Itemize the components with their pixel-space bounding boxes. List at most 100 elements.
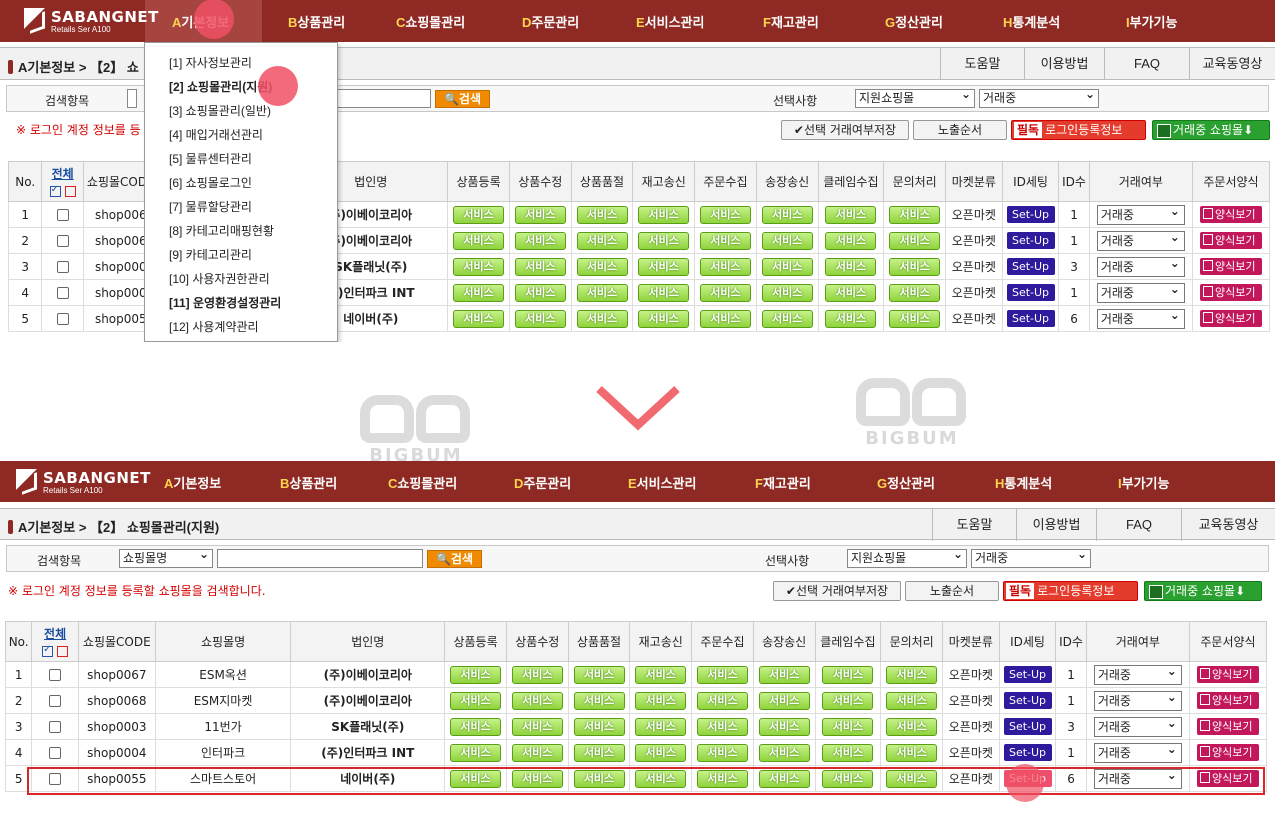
dropdown-item-environment[interactable]: [11] 운영환경설정관리 [169, 294, 281, 311]
product-edit-service-button[interactable]: 서비스 [514, 283, 566, 302]
soldout-service-button[interactable]: 서비스 [576, 283, 628, 302]
row-checkbox[interactable] [56, 209, 69, 221]
row-checkbox[interactable] [49, 721, 62, 733]
trading-status-select[interactable]: 거래중 [1096, 203, 1185, 225]
search-input[interactable] [217, 549, 423, 568]
invoice-send-service-button[interactable]: 서비스 [761, 257, 813, 276]
trading-status-select[interactable]: 거래중 [1096, 307, 1185, 329]
trading-status-select[interactable]: 거래중 [1093, 689, 1182, 711]
product-register-service-button[interactable]: 서비스 [453, 257, 505, 276]
dropdown-item-mall-login[interactable]: [6] 쇼핑몰로그인 [169, 174, 252, 191]
view-form-button[interactable]: 양식보기 [1199, 206, 1262, 223]
help-button[interactable]: 도움말 [940, 48, 1024, 80]
menu-product[interactable]: B상품관리 [288, 12, 345, 31]
product-edit-service-button[interactable]: 서비스 [514, 231, 566, 250]
menu-service[interactable]: E서비스관리 [636, 12, 704, 31]
order-collect-service-button[interactable]: 서비스 [699, 283, 751, 302]
setup-button[interactable]: Set-Up [1006, 232, 1055, 249]
menu-order[interactable]: D주문관리 [514, 473, 571, 492]
soldout-service-button[interactable]: 서비스 [576, 309, 628, 328]
row-checkbox[interactable] [56, 287, 69, 299]
claim-collect-service-button[interactable]: 서비스 [825, 257, 877, 276]
inquiry-service-button[interactable]: 서비스 [889, 283, 941, 302]
menu-shoppingmall[interactable]: C쇼핑몰관리 [388, 473, 457, 492]
trading-status-select[interactable]: 거래중 [1096, 229, 1185, 251]
edu-video-button[interactable]: 교육동영상 [1181, 509, 1275, 541]
setup-button[interactable]: Set-Up [1003, 666, 1052, 683]
check-all-icon[interactable] [49, 184, 61, 197]
help-button[interactable]: 도움말 [932, 509, 1016, 541]
inquiry-service-button[interactable]: 서비스 [889, 205, 941, 224]
invoice-send-service-button[interactable]: 서비스 [758, 743, 810, 762]
inquiry-service-button[interactable]: 서비스 [889, 309, 941, 328]
product-edit-service-button[interactable]: 서비스 [511, 743, 563, 762]
col-all[interactable]: 전체 [31, 621, 79, 662]
dropdown-item-logistics-center[interactable]: [5] 물류센터관리 [169, 150, 252, 167]
row-checkbox[interactable] [56, 261, 69, 273]
row-checkbox[interactable] [56, 235, 69, 247]
menu-shoppingmall[interactable]: C쇼핑몰관리 [396, 12, 465, 31]
view-form-button[interactable]: 양식보기 [1196, 718, 1259, 735]
trading-status-select[interactable]: 거래중 [1093, 741, 1182, 763]
product-edit-service-button[interactable]: 서비스 [514, 257, 566, 276]
inquiry-service-button[interactable]: 서비스 [889, 231, 941, 250]
soldout-service-button[interactable]: 서비스 [573, 717, 625, 736]
setup-button[interactable]: Set-Up [1003, 744, 1052, 761]
soldout-service-button[interactable]: 서비스 [576, 231, 628, 250]
invoice-send-service-button[interactable]: 서비스 [758, 691, 810, 710]
menu-addon[interactable]: I부가기능 [1118, 473, 1169, 492]
product-edit-service-button[interactable]: 서비스 [511, 691, 563, 710]
menu-basic-info[interactable]: A기본정보 [164, 473, 221, 492]
product-edit-service-button[interactable]: 서비스 [514, 205, 566, 224]
select-all-link[interactable]: 전체 [52, 167, 74, 181]
howto-button[interactable]: 이용방법 [1016, 509, 1096, 541]
row-checkbox[interactable] [49, 747, 62, 759]
soldout-service-button[interactable]: 서비스 [573, 665, 625, 684]
search-field-select[interactable] [127, 89, 137, 108]
menu-inventory[interactable]: F재고관리 [763, 12, 819, 31]
soldout-service-button[interactable]: 서비스 [576, 205, 628, 224]
menu-product[interactable]: B상품관리 [280, 473, 337, 492]
dropdown-item-category-mapping[interactable]: [8] 카테고리매핑현황 [169, 222, 274, 239]
product-register-service-button[interactable]: 서비스 [453, 309, 505, 328]
invoice-send-service-button[interactable]: 서비스 [761, 309, 813, 328]
menu-service[interactable]: E서비스관리 [628, 473, 696, 492]
order-collect-service-button[interactable]: 서비스 [696, 665, 748, 684]
row-select[interactable] [41, 253, 84, 280]
invoice-send-service-button[interactable]: 서비스 [761, 205, 813, 224]
invoice-send-service-button[interactable]: 서비스 [758, 717, 810, 736]
stock-send-service-button[interactable]: 서비스 [635, 691, 687, 710]
row-select[interactable] [41, 279, 84, 306]
search-field-select[interactable]: 쇼핑몰명 [119, 546, 213, 568]
view-form-button[interactable]: 양식보기 [1199, 258, 1262, 275]
faq-button[interactable]: FAQ [1096, 509, 1181, 541]
product-register-service-button[interactable]: 서비스 [453, 231, 505, 250]
setup-button[interactable]: Set-Up [1006, 206, 1055, 223]
claim-collect-service-button[interactable]: 서비스 [822, 691, 874, 710]
dropdown-item-vendor[interactable]: [4] 매입거래선관리 [169, 126, 263, 143]
dropdown-item-mall-general[interactable]: [3] 쇼핑몰관리(일반) [169, 102, 271, 119]
invoice-send-service-button[interactable]: 서비스 [761, 283, 813, 302]
view-form-button[interactable]: 양식보기 [1199, 310, 1262, 327]
product-edit-service-button[interactable]: 서비스 [511, 717, 563, 736]
dropdown-item-user-permission[interactable]: [10] 사용자권한관리 [169, 270, 270, 287]
menu-settlement[interactable]: G정산관리 [877, 473, 935, 492]
stock-send-service-button[interactable]: 서비스 [638, 205, 690, 224]
trading-status-select[interactable]: 거래중 [1096, 281, 1185, 303]
order-collect-service-button[interactable]: 서비스 [699, 257, 751, 276]
search-input[interactable] [337, 89, 431, 108]
soldout-service-button[interactable]: 서비스 [576, 257, 628, 276]
setup-button[interactable]: Set-Up [1006, 258, 1055, 275]
menu-statistics[interactable]: H통계분석 [995, 473, 1052, 492]
select-all-link[interactable]: 전체 [44, 627, 66, 641]
row-checkbox[interactable] [49, 669, 62, 681]
stock-send-service-button[interactable]: 서비스 [635, 665, 687, 684]
dropdown-item-company-info[interactable]: [1] 자사정보관리 [169, 54, 252, 71]
dropdown-item-logistics-assign[interactable]: [7] 물류할당관리 [169, 198, 252, 215]
product-register-service-button[interactable]: 서비스 [450, 691, 502, 710]
trading-malls-button[interactable]: 거래중 쇼핑몰⬇ [1144, 581, 1262, 601]
order-collect-service-button[interactable]: 서비스 [699, 231, 751, 250]
setup-button[interactable]: Set-Up [1006, 284, 1055, 301]
order-collect-service-button[interactable]: 서비스 [699, 309, 751, 328]
check-all-icon[interactable] [42, 644, 54, 657]
